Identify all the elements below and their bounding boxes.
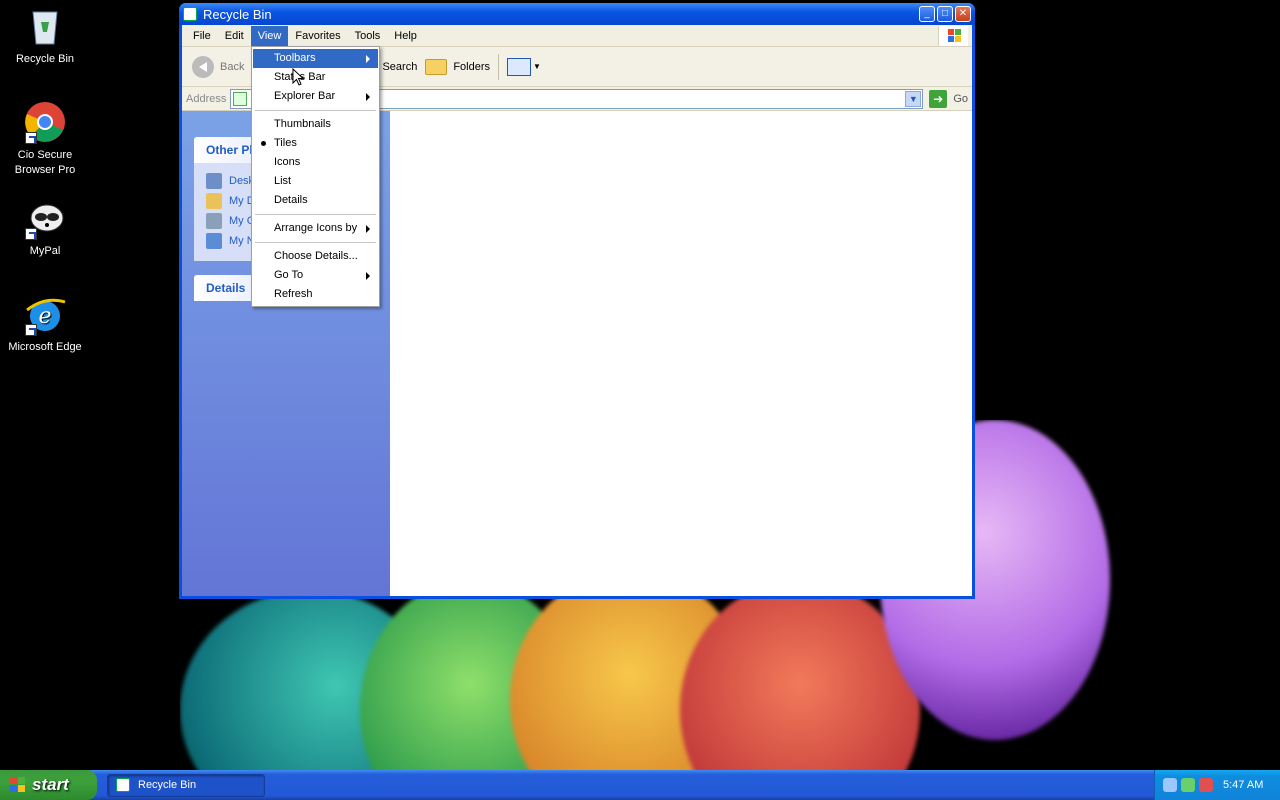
shortcut-arrow-icon <box>25 228 37 240</box>
submenu-arrow-icon <box>366 55 370 63</box>
address-label: Address <box>186 92 227 105</box>
menu-item-explorer-bar[interactable]: Explorer Bar <box>253 87 378 106</box>
desktop-icon-microsoft-edge[interactable]: e Microsoft Edge <box>0 292 90 355</box>
menu-bar: File Edit View Favorites Tools Help <box>182 25 972 47</box>
menu-item-status-bar[interactable]: Status Bar <box>253 68 378 87</box>
shortcut-arrow-icon <box>25 132 37 144</box>
desktop-icon-mypal[interactable]: MyPal <box>0 196 90 259</box>
back-button[interactable]: Back <box>188 52 248 82</box>
network-icon <box>206 233 222 249</box>
title-bar[interactable]: Recycle Bin _ □ ✕ <box>179 3 975 25</box>
menu-item-label: List <box>274 175 292 187</box>
view-menu: Toolbars Status Bar Explorer Bar Thumbna… <box>251 46 380 307</box>
address-dropdown-button[interactable]: ▼ <box>905 90 922 107</box>
shortcut-arrow-icon <box>25 324 37 336</box>
menu-item-label: Go To <box>274 269 304 281</box>
menu-item-label: Explorer Bar <box>274 90 336 102</box>
recycle-bin-icon <box>23 4 67 48</box>
menu-item-go-to[interactable]: Go To <box>253 266 378 285</box>
folders-label: Folders <box>453 60 491 73</box>
chevron-down-icon: ▼ <box>533 62 541 71</box>
taskbar-item-recycle-bin[interactable]: Recycle Bin <box>107 773 265 797</box>
menu-item-details[interactable]: Details <box>253 191 378 210</box>
folder-icon <box>425 58 448 75</box>
mouse-cursor-icon <box>292 68 305 86</box>
radio-bullet-icon <box>261 141 266 146</box>
recycle-bin-icon <box>116 778 130 792</box>
go-label: Go <box>953 92 968 105</box>
menu-item-arrange-icons-by[interactable]: Arrange Icons by <box>253 219 378 238</box>
recycle-bin-icon <box>183 7 197 21</box>
windows-logo-icon <box>10 777 26 793</box>
svg-text:e: e <box>38 304 51 329</box>
toolbar-separator <box>498 53 500 80</box>
submenu-arrow-icon <box>366 225 370 233</box>
menu-item-label: Toolbars <box>274 52 316 64</box>
search-button[interactable]: Search <box>378 52 421 82</box>
menu-separator <box>255 242 376 243</box>
close-button[interactable]: ✕ <box>955 6 971 22</box>
menu-favorites[interactable]: Favorites <box>288 26 347 46</box>
internet-explorer-icon: e <box>23 292 67 336</box>
submenu-arrow-icon <box>366 93 370 101</box>
menu-file[interactable]: File <box>186 26 218 46</box>
maximize-button[interactable]: □ <box>937 6 953 22</box>
views-icon <box>507 57 532 76</box>
desktop-icon-label: MyPal <box>29 245 61 257</box>
taskbar: start Recycle Bin 5:47 AM <box>0 770 1280 800</box>
back-arrow-icon <box>192 55 214 78</box>
menu-item-label: Thumbnails <box>274 118 331 130</box>
folders-button[interactable]: Folders <box>421 52 494 82</box>
search-tray-icon[interactable] <box>1163 778 1177 792</box>
menu-item-choose-details[interactable]: Choose Details... <box>253 247 378 266</box>
file-list-pane[interactable] <box>390 111 972 596</box>
menu-tools[interactable]: Tools <box>348 26 388 46</box>
submenu-arrow-icon <box>366 272 370 280</box>
taskbar-item-label: Recycle Bin <box>138 779 197 791</box>
back-label: Back <box>220 60 245 73</box>
menu-separator <box>255 110 376 111</box>
go-button[interactable]: ➜ Go <box>929 89 968 108</box>
windows-logo-icon <box>938 26 968 46</box>
menu-item-label: Details <box>274 194 308 206</box>
recycle-bin-icon <box>233 91 248 106</box>
menu-item-tiles[interactable]: Tiles <box>253 134 378 153</box>
clock[interactable]: 5:47 AM <box>1223 779 1263 791</box>
system-tray: 5:47 AM <box>1154 770 1280 800</box>
menu-item-label: Refresh <box>274 288 313 300</box>
menu-item-label: Choose Details... <box>274 250 358 262</box>
menu-item-label: Icons <box>274 156 301 168</box>
desktop-icon-recycle-bin[interactable]: Recycle Bin <box>0 4 90 67</box>
desktop-icon-label: Recycle Bin <box>15 53 75 65</box>
computer-icon <box>206 213 222 229</box>
desktop-icon <box>206 173 222 189</box>
desktop-icon-label: Cio Secure Browser Pro <box>14 149 76 176</box>
minimize-button[interactable]: _ <box>919 6 935 22</box>
menu-item-list[interactable]: List <box>253 172 378 191</box>
menu-separator <box>255 214 376 215</box>
go-arrow-icon: ➜ <box>929 89 948 108</box>
chrome-icon <box>23 100 67 144</box>
security-shield-icon[interactable] <box>1199 778 1213 792</box>
menu-item-thumbnails[interactable]: Thumbnails <box>253 115 378 134</box>
menu-edit[interactable]: Edit <box>218 26 251 46</box>
menu-view[interactable]: View <box>250 25 289 46</box>
search-label: Search <box>382 60 418 73</box>
network-tray-icon[interactable] <box>1181 778 1195 792</box>
start-label: start <box>32 775 69 794</box>
menu-item-icons[interactable]: Icons <box>253 153 378 172</box>
desktop-icon-label: Microsoft Edge <box>8 341 82 353</box>
start-button[interactable]: start <box>0 770 97 800</box>
views-button[interactable]: ▼ <box>503 52 545 82</box>
menu-item-label: Arrange Icons by <box>274 222 358 234</box>
window-title: Recycle Bin <box>203 6 272 22</box>
menu-item-refresh[interactable]: Refresh <box>253 285 378 304</box>
menu-help[interactable]: Help <box>387 26 424 46</box>
menu-item-label: Tiles <box>274 137 297 149</box>
desktop-icon-cio-secure-browser[interactable]: Cio Secure Browser Pro <box>0 100 90 178</box>
folder-icon <box>206 193 222 209</box>
menu-item-toolbars[interactable]: Toolbars <box>253 49 378 68</box>
raccoon-icon <box>23 196 67 240</box>
